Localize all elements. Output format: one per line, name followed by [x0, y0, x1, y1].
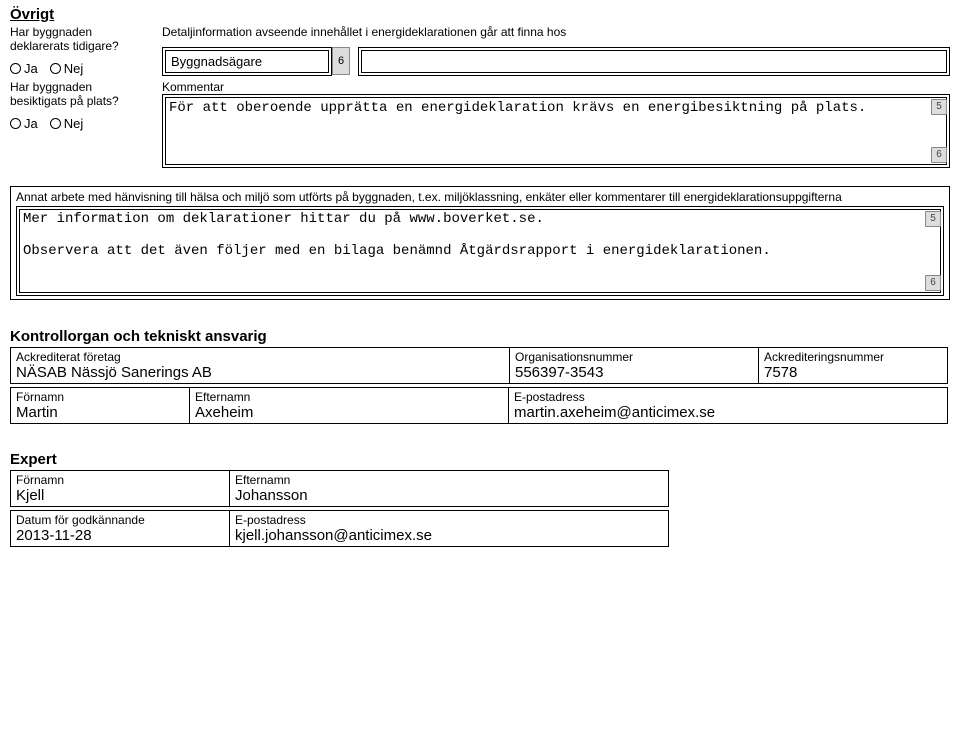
- q1-ja-label: Ja: [24, 61, 38, 76]
- expert-title: Expert: [10, 451, 950, 468]
- scroll-up-button[interactable]: 5: [931, 99, 947, 115]
- kommentar-label: Kommentar: [162, 80, 950, 94]
- orgnr-value: 556397-3543: [515, 364, 753, 381]
- ovrigt-section: Övrigt Har byggnaden deklarerats tidigar…: [10, 6, 950, 168]
- acknr-value: 7578: [764, 364, 942, 381]
- kontroll-title: Kontrollorgan och tekniskt ansvarig: [10, 328, 950, 345]
- expert-datum-label: Datum för godkännande: [16, 513, 224, 527]
- expert-epost-cell: E-postadress kjell.johansson@anticimex.s…: [229, 510, 669, 547]
- radio-icon: [50, 63, 61, 74]
- q2-ja-label: Ja: [24, 116, 38, 131]
- expert-datum-cell: Datum för godkännande 2013-11-28: [10, 510, 230, 547]
- expert-fornamn-label: Förnamn: [16, 473, 224, 487]
- fornamn-cell: Förnamn Martin: [10, 387, 190, 424]
- q1-label: Har byggnaden deklarerats tidigare?: [10, 25, 150, 53]
- annat-textbox[interactable]: Mer information om deklarationer hittar …: [16, 206, 944, 296]
- q2-nej-label: Nej: [64, 116, 84, 131]
- q1-ja-radio[interactable]: Ja: [10, 61, 38, 76]
- expert-datum-value: 2013-11-28: [16, 527, 224, 544]
- byggnadsagare-box[interactable]: Byggnadsägare: [162, 47, 332, 76]
- scroll-down-button[interactable]: 6: [925, 275, 941, 291]
- epost-value: martin.axeheim@anticimex.se: [514, 404, 942, 421]
- efternamn-value: Axeheim: [195, 404, 503, 421]
- scroll-up-button[interactable]: 5: [925, 211, 941, 227]
- q2-nej-radio[interactable]: Nej: [50, 116, 84, 131]
- expert-fornamn-value: Kjell: [16, 487, 224, 504]
- efternamn-label: Efternamn: [195, 390, 503, 404]
- acknr-label: Ackrediteringsnummer: [764, 350, 942, 364]
- foretag-cell: Ackrediterat företag NÄSAB Nässjö Saneri…: [10, 347, 510, 384]
- detalj-label: Detaljinformation avseende innehållet i …: [162, 25, 950, 39]
- annat-section: Annat arbete med hänvisning till hälsa o…: [10, 186, 950, 300]
- expert-epost-value: kjell.johansson@anticimex.se: [235, 527, 663, 544]
- ovrigt-right-col: Detaljinformation avseende innehållet i …: [162, 25, 950, 76]
- annat-label: Annat arbete med hänvisning till hälsa o…: [16, 190, 944, 204]
- radio-icon: [10, 118, 21, 129]
- annat-text1: Mer information om deklarationer hittar …: [23, 211, 919, 227]
- dropdown-num: 6: [338, 55, 344, 67]
- epost-label: E-postadress: [514, 390, 942, 404]
- scroll-down-button[interactable]: 6: [931, 147, 947, 163]
- expert-efternamn-value: Johansson: [235, 487, 663, 504]
- ovrigt-left-col2: Har byggnaden besiktigats på plats? Ja N…: [10, 80, 150, 168]
- radio-icon: [50, 118, 61, 129]
- fornamn-value: Martin: [16, 404, 184, 421]
- epost-cell: E-postadress martin.axeheim@anticimex.se: [508, 387, 948, 424]
- q2-ja-radio[interactable]: Ja: [10, 116, 38, 131]
- dropdown-button[interactable]: 6: [332, 47, 350, 75]
- orgnr-cell: Organisationsnummer 556397-3543: [509, 347, 759, 384]
- foretag-value: NÄSAB Nässjö Sanerings AB: [16, 364, 504, 381]
- expert-epost-label: E-postadress: [235, 513, 663, 527]
- expert-section: Expert Förnamn Kjell Efternamn Johansson…: [10, 451, 950, 546]
- detalj-dropdown[interactable]: [358, 47, 950, 76]
- q2-label: Har byggnaden besiktigats på plats?: [10, 80, 150, 108]
- ovrigt-left-col: Har byggnaden deklarerats tidigare? Ja N…: [10, 25, 150, 76]
- fornamn-label: Förnamn: [16, 390, 184, 404]
- efternamn-cell: Efternamn Axeheim: [189, 387, 509, 424]
- radio-icon: [10, 63, 21, 74]
- expert-efternamn-cell: Efternamn Johansson: [229, 470, 669, 507]
- ovrigt-title: Övrigt: [10, 6, 950, 23]
- annat-text2: Observera att det även följer med en bil…: [23, 243, 919, 259]
- acknr-cell: Ackrediteringsnummer 7578: [758, 347, 948, 384]
- kommentar-textbox[interactable]: För att oberoende upprätta en energidekl…: [162, 94, 950, 168]
- q1-nej-label: Nej: [64, 61, 84, 76]
- kontroll-section: Kontrollorgan och tekniskt ansvarig Ackr…: [10, 328, 950, 423]
- byggnadsagare-text: Byggnadsägare: [171, 54, 262, 69]
- expert-fornamn-cell: Förnamn Kjell: [10, 470, 230, 507]
- orgnr-label: Organisationsnummer: [515, 350, 753, 364]
- expert-efternamn-label: Efternamn: [235, 473, 663, 487]
- foretag-label: Ackrediterat företag: [16, 350, 504, 364]
- q1-nej-radio[interactable]: Nej: [50, 61, 84, 76]
- kommentar-text: För att oberoende upprätta en energidekl…: [169, 100, 866, 116]
